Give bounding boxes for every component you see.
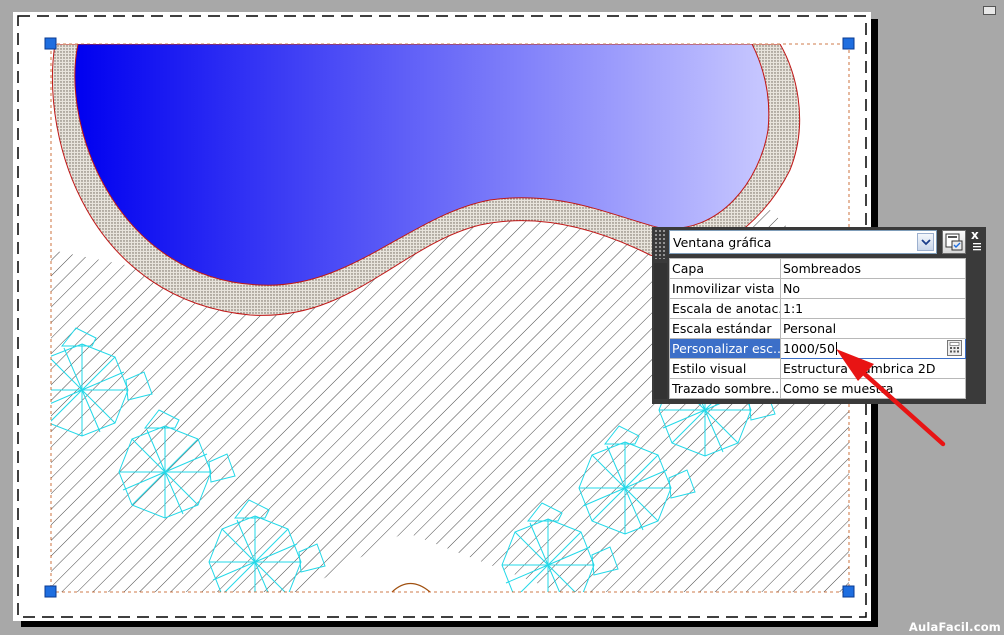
property-value[interactable]: Estructura alámbrica 2D [780,358,966,379]
property-label: Capa [669,258,781,279]
properties-table: Capa Sombreados Inmovilizar vista No Esc… [669,258,966,399]
property-label: Inmovilizar vista [669,278,781,299]
property-label: Personalizar esc... [669,338,781,359]
viewport-grip-icon[interactable] [842,37,855,50]
property-value[interactable]: Personal [780,318,966,339]
property-row-custom-scale[interactable]: Personalizar esc... 1000/50 [669,338,966,359]
property-label: Escala de anotac... [669,298,781,319]
property-row-standard-scale[interactable]: Escala estándar Personal [669,318,966,339]
text-caret [835,342,837,355]
chevron-down-icon[interactable] [917,233,934,251]
property-label: Estilo visual [669,358,781,379]
calculator-icon[interactable] [947,340,962,356]
viewport-grip-icon[interactable] [842,585,855,598]
custom-scale-input[interactable]: 1000/50 [780,338,966,359]
panel-side-bar [654,263,667,399]
property-row-shade-plot[interactable]: Trazado sombre... Como se muestra [669,378,966,399]
property-label: Trazado sombre... [669,378,781,399]
watermark: AulaFacil.com [908,620,1001,634]
property-row-visual-style[interactable]: Estilo visual Estructura alámbrica 2D [669,358,966,379]
property-value[interactable]: 1:1 [780,298,966,319]
property-row-annotation-scale[interactable]: Escala de anotac... 1:1 [669,298,966,319]
object-type-value: Ventana gráfica [673,235,772,250]
viewport-grip-icon[interactable] [44,585,57,598]
custom-scale-value: 1000/50 [783,341,835,356]
property-value[interactable]: No [780,278,966,299]
close-icon[interactable]: x [971,228,979,242]
property-row-layer[interactable]: Capa Sombreados [669,258,966,279]
panel-drag-handle[interactable] [654,229,667,259]
property-value[interactable]: Como se muestra [780,378,966,399]
property-row-lock-view[interactable]: Inmovilizar vista No [669,278,966,299]
property-label: Escala estándar [669,318,781,339]
minimize-icon[interactable] [983,6,996,15]
quick-properties-panel: Ventana gráfica x Capa Sombreados Inmovi… [652,227,986,404]
object-type-dropdown[interactable]: Ventana gráfica [669,230,937,254]
quick-properties-options-icon[interactable] [942,230,966,254]
property-value[interactable]: Sombreados [780,258,966,279]
viewport-grip-icon[interactable] [44,37,57,50]
panel-menu-icon[interactable] [972,242,982,252]
